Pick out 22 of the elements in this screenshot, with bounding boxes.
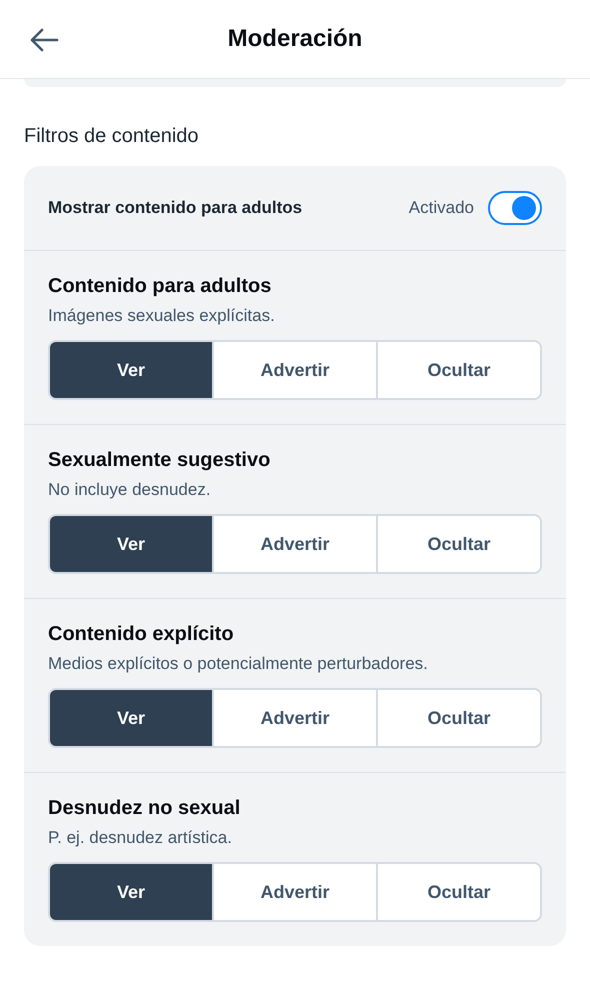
filter-description: No incluye desnudez.: [48, 480, 212, 500]
filter-title: Contenido para adultos: [48, 275, 272, 298]
filter-description: Imágenes sexuales explícitas.: [48, 306, 276, 326]
toggle-switch[interactable]: [488, 191, 542, 225]
page-title: Moderación: [228, 25, 362, 53]
segment-option[interactable]: Ver: [50, 516, 212, 572]
toggle-status: Activado: [408, 198, 474, 218]
segment-option[interactable]: Ver: [50, 342, 212, 398]
filter-description: Medios explícitos o potencialmente perturbadores.: [48, 654, 429, 674]
segment-option[interactable]: Ocultar: [376, 516, 540, 572]
section-title: Filtros de contenido: [24, 125, 200, 148]
filter-title: Sexualmente sugestivo: [48, 449, 272, 472]
segment-option[interactable]: Ocultar: [376, 864, 540, 920]
back-arrow-icon: [29, 28, 59, 52]
segment-option[interactable]: Ocultar: [376, 690, 540, 746]
segment-option[interactable]: Ocultar: [376, 342, 540, 398]
filter-title: Desnudez no sexual: [48, 797, 242, 820]
toggle-label: Mostrar contenido para adultos: [48, 198, 304, 218]
filter-description: P. ej. desnudez artística.: [48, 828, 233, 848]
segment-option[interactable]: Ver: [50, 690, 212, 746]
filter-title: Contenido explícito: [48, 623, 235, 646]
segment-option[interactable]: Ver: [50, 864, 212, 920]
